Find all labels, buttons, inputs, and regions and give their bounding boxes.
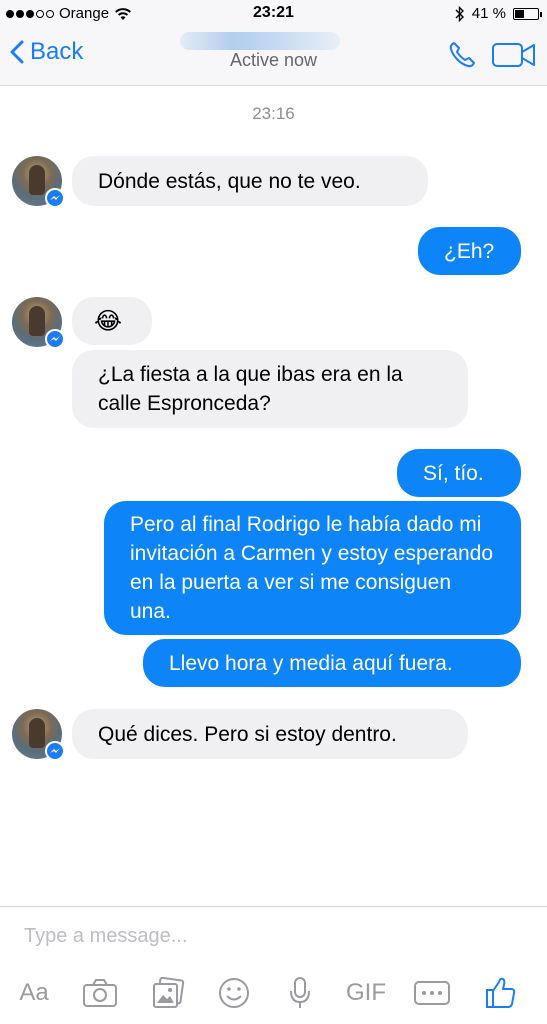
avatar[interactable] [12,156,65,208]
conversation-header: Back Active now [0,30,547,86]
message-bubble-incoming[interactable]: Dónde estás, que no te veo. [72,156,428,206]
message-bubble-outgoing[interactable]: Pero al final Rodrigo le había dado mi i… [104,501,521,635]
header-actions [447,40,537,70]
bluetooth-icon [455,5,464,22]
message-text: Qué dices. Pero si estoy dentro. [98,722,397,746]
gallery-button[interactable] [148,976,188,1010]
messenger-badge-icon [45,741,65,761]
like-button[interactable] [480,976,522,1010]
message-text: ¿Eh? [444,239,495,263]
battery-percent: 41 % [471,5,506,22]
message-bubble-outgoing[interactable]: Llevo hora y media aquí fuera. [143,639,521,687]
contact-name-redacted[interactable] [170,32,350,52]
messenger-badge-icon [45,329,65,349]
composer-toolbar: Aa GIF [0,968,547,1018]
emoji-button[interactable] [214,976,254,1010]
message-text: ¿La fiesta a la que ibas era en la calle… [98,363,403,415]
message-bubble-incoming[interactable]: 😂 [72,297,152,345]
microphone-icon [290,977,310,1008]
message-text: Llevo hora y media aquí fuera. [169,651,453,675]
message-text: Sí, tío. [423,461,484,485]
message-bubble-outgoing[interactable]: Sí, tío. [397,449,521,497]
phone-icon[interactable] [447,40,477,70]
camera-icon [83,979,117,1007]
gif-label: GIF [346,979,386,1006]
message-bubble-incoming[interactable]: Qué dices. Pero si estoy dentro. [72,709,468,759]
battery-icon [513,7,542,20]
status-bar: Orange 23:21 41 % [0,0,547,30]
video-camera-icon[interactable] [491,40,537,70]
text-format-button[interactable]: Aa [14,976,54,1010]
message-bubble-outgoing[interactable]: ¿Eh? [418,227,521,275]
avatar[interactable] [12,297,65,349]
status-right: 41 % [455,5,542,22]
composer-divider [0,906,547,907]
gif-button[interactable]: GIF [340,976,392,1010]
messenger-badge-icon [45,188,65,208]
message-input[interactable]: Type a message... [24,925,187,948]
thumbs-up-icon [486,977,516,1008]
more-icon [414,981,450,1005]
laughing-emoji: 😂 [94,307,123,335]
gallery-icon [153,977,185,1008]
message-bubble-incoming[interactable]: ¿La fiesta a la que ibas era en la calle… [72,350,468,428]
camera-button[interactable] [80,976,120,1010]
message-text: Pero al final Rodrigo le había dado mi i… [130,513,494,623]
more-button[interactable] [411,976,453,1010]
text-format-label: Aa [19,979,49,1006]
avatar[interactable] [12,709,65,761]
message-text: Dónde estás, que no te veo. [98,169,361,193]
message-timestamp: 23:16 [252,104,295,123]
emoji-icon [219,978,249,1008]
voice-button[interactable] [280,976,320,1010]
